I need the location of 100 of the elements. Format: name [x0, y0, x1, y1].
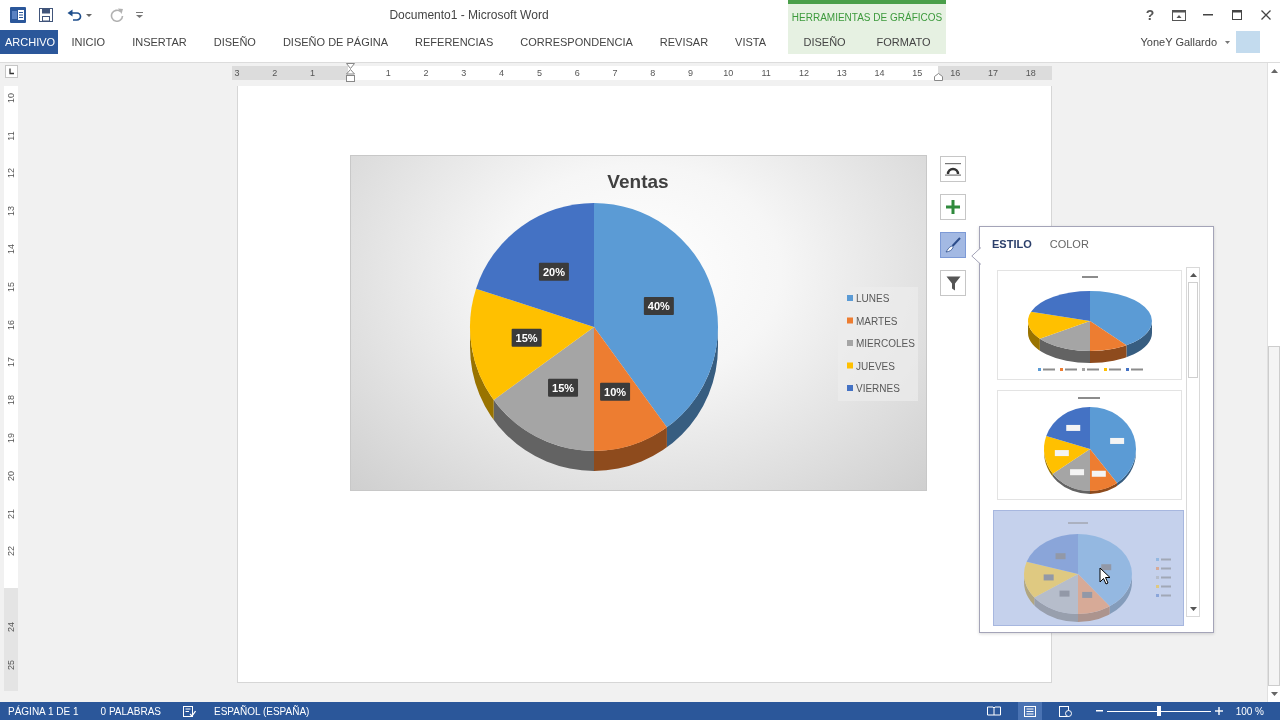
zoom-level[interactable]: 100 %: [1235, 705, 1264, 717]
ruler-number: 12: [6, 168, 16, 179]
window-title: Documento1 - Microsoft Word: [389, 8, 549, 22]
ruler-number: 3: [461, 67, 467, 80]
ribbon-tab[interactable]: DISEÑO DE PÁGINA: [269, 30, 402, 54]
ribbon-tab[interactable]: DISEÑO: [799, 30, 850, 54]
ribbon-tab[interactable]: REVISAR: [646, 30, 722, 54]
pie-slice[interactable]: [594, 203, 718, 428]
zoom-in-icon[interactable]: [1214, 707, 1223, 715]
ruler-number: 10: [6, 92, 16, 103]
indent-marker-icon[interactable]: [934, 73, 943, 81]
pie-slice[interactable]: [470, 288, 594, 400]
mini-data-label: [1066, 424, 1081, 431]
data-label: 40%: [647, 299, 671, 312]
ruler-number: 13: [6, 206, 16, 217]
ruler-number: 1: [310, 67, 316, 80]
save-icon[interactable]: [39, 8, 53, 22]
mini-legend-entry: [1038, 368, 1055, 371]
indent-marker-icon[interactable]: [345, 62, 355, 82]
chart-title: Ventas: [607, 171, 669, 192]
help-button[interactable]: ?: [1136, 3, 1164, 27]
undo-icon[interactable]: [67, 9, 82, 21]
print-view-button[interactable]: [1017, 702, 1042, 720]
mini-data-label: [1055, 553, 1066, 560]
mini-title-line: [1068, 522, 1088, 524]
ribbon-tab[interactable]: DISEÑO: [200, 30, 270, 54]
scrollbar-thumb[interactable]: [1268, 345, 1280, 687]
scroll-up-arrow-icon[interactable]: [1189, 273, 1197, 277]
tab-stop-icon[interactable]: [5, 65, 18, 78]
mini-legend-entry: [1156, 576, 1171, 579]
mini-legend-entry: [1082, 368, 1099, 371]
mini-data-label: [1091, 470, 1106, 477]
legend-label: MIERCOLES: [856, 338, 915, 349]
ruler-number: 14: [874, 67, 885, 80]
zoom-slider-thumb[interactable]: [1156, 706, 1161, 716]
scrollbar[interactable]: [1267, 63, 1280, 702]
ruler-number: 10: [723, 67, 734, 80]
page-count[interactable]: PÁGINA 1 DE 1: [8, 705, 79, 717]
pie-slice[interactable]: [594, 327, 667, 451]
legend-label: JUEVES: [856, 360, 895, 372]
mini-data-label: [1082, 591, 1093, 598]
ruler-number: 9: [688, 67, 694, 80]
caret-icon[interactable]: [86, 13, 92, 17]
panel-tab[interactable]: COLOR: [1047, 236, 1091, 252]
ribbon-display-icon: [1172, 9, 1186, 21]
scroll-up-arrow-icon[interactable]: [1270, 68, 1278, 73]
mini-legend-entry: [1126, 368, 1143, 371]
ruler-number: 16: [950, 67, 961, 80]
language-label[interactable]: ESPAÑOL (ESPAÑA): [214, 705, 310, 717]
chart-area[interactable]: Ventas 20% 40% 15% 15% 10% LUNES MARTES MIERCOLES JUEVES VIERNES: [350, 155, 927, 491]
ribbon-tab[interactable]: CORRESPONDENCIA: [506, 30, 647, 54]
ruler-number: 22: [6, 546, 16, 557]
ruler-number: 4: [499, 67, 505, 80]
customize-caret-icon[interactable]: [136, 12, 143, 18]
mini-data-label: [1101, 564, 1112, 571]
chart-elements-button[interactable]: [940, 194, 966, 220]
chart-layout-button[interactable]: [940, 156, 966, 182]
ruler-number: 12: [798, 67, 809, 80]
panel-tab[interactable]: ESTILO: [990, 236, 1034, 252]
contextual-tab-group-label: HERRAMIENTAS DE GRÁFICOS: [788, 0, 946, 30]
data-label: 20%: [542, 265, 566, 278]
caret-icon[interactable]: [1225, 40, 1230, 44]
ribbon-tab[interactable]: INSERTAR: [118, 30, 201, 54]
chart-filters-button[interactable]: [940, 270, 966, 296]
ruler-number: 16: [6, 319, 16, 330]
ruler-number: 6: [574, 67, 580, 80]
scrollbar[interactable]: [1186, 267, 1200, 617]
user-name[interactable]: YoneY Gallardo: [1140, 36, 1217, 48]
ribbon-tab[interactable]: FORMATO: [872, 30, 935, 54]
mini-legend-entry: [1156, 567, 1171, 570]
document-check-icon[interactable]: [183, 705, 196, 717]
scroll-down-arrow-icon[interactable]: [1270, 692, 1278, 697]
ribbon-tab[interactable]: REFERENCIAS: [401, 30, 507, 54]
ruler-number: 14: [6, 244, 16, 255]
chart-styles-button[interactable]: [940, 232, 966, 258]
legend-label: MARTES: [856, 315, 898, 327]
ruler-number: 20: [6, 470, 16, 481]
mini-legend-entry: [1156, 585, 1171, 588]
scrollbar-thumb[interactable]: [1188, 282, 1198, 378]
mouse-pointer-icon: [1099, 567, 1111, 585]
ruler-number: 5: [536, 67, 542, 80]
filter-icon: [945, 275, 961, 291]
legend-label: LUNES: [856, 293, 890, 304]
ruler-number: 24: [6, 622, 16, 633]
ribbon-tab[interactable]: INICIO: [58, 30, 119, 54]
data-label: 10%: [604, 385, 627, 398]
mini-legend-entry: [1156, 558, 1171, 561]
open-book-icon: [986, 706, 1001, 716]
ribbon-tab[interactable]: VISTA: [721, 30, 780, 54]
ruler-number: 21: [6, 508, 16, 519]
scroll-down-arrow-icon[interactable]: [1189, 607, 1197, 611]
ruler-number: 13: [836, 67, 847, 80]
pie-slice[interactable]: [476, 203, 594, 327]
pie-slice[interactable]: [493, 327, 594, 451]
mini-legend-entry: [1104, 368, 1121, 371]
mini-data-label: [1043, 574, 1054, 581]
app-icon[interactable]: [10, 7, 26, 23]
ruler-number: 2: [272, 67, 278, 80]
word-count[interactable]: 0 PALABRAS: [100, 705, 161, 717]
plus-icon: [946, 200, 960, 214]
